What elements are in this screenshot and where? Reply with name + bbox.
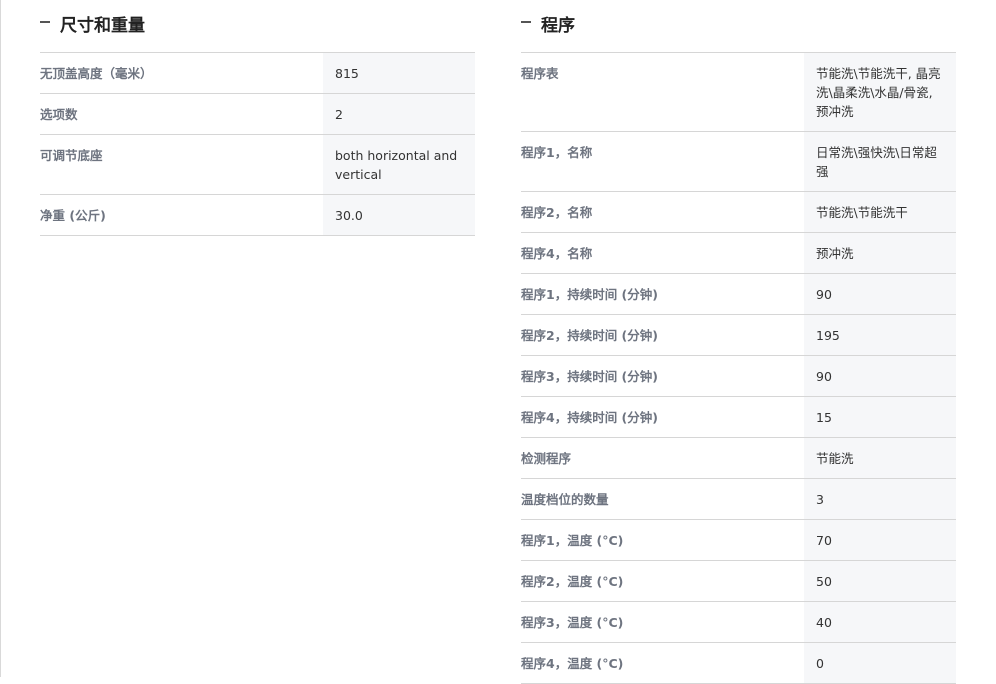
spec-value: 预冲洗 bbox=[804, 233, 956, 273]
spec-label: 程序2，名称 bbox=[521, 205, 593, 220]
spec-label: 程序表 bbox=[521, 66, 559, 81]
spec-value: 70 bbox=[804, 520, 956, 560]
table-row: 程序2，持续时间 (分钟) 195 bbox=[521, 315, 956, 356]
programs-table: 程序表 节能洗\节能洗干, 晶亮洗\晶柔洗\水晶/骨瓷, 预冲洗 程序1，名称 … bbox=[521, 53, 956, 684]
spec-value: 90 bbox=[804, 274, 956, 314]
spec-value: 节能洗\节能洗干 bbox=[804, 192, 956, 232]
spec-label: 程序1，名称 bbox=[521, 145, 593, 160]
page-left-border bbox=[0, 0, 1, 677]
spec-label: 温度档位的数量 bbox=[521, 492, 609, 507]
table-row: 程序1，名称 日常洗\强快洗\日常超强 bbox=[521, 132, 956, 192]
programs-section-header[interactable]: 程序 bbox=[521, 0, 956, 53]
spec-label: 可调节底座 bbox=[40, 148, 103, 163]
collapse-icon[interactable] bbox=[40, 18, 50, 28]
programs-section: 程序 程序表 节能洗\节能洗干, 晶亮洗\晶柔洗\水晶/骨瓷, 预冲洗 程序1，… bbox=[521, 0, 956, 684]
spec-label: 程序1，温度 (°C) bbox=[521, 533, 624, 548]
spec-label: 无顶盖高度（毫米） bbox=[40, 66, 153, 81]
spec-value: 3 bbox=[804, 479, 956, 519]
spec-label: 程序4，持续时间 (分钟) bbox=[521, 410, 658, 425]
table-row: 程序表 节能洗\节能洗干, 晶亮洗\晶柔洗\水晶/骨瓷, 预冲洗 bbox=[521, 53, 956, 132]
collapse-icon[interactable] bbox=[521, 18, 531, 28]
table-row: 程序1，持续时间 (分钟) 90 bbox=[521, 274, 956, 315]
dimensions-table: 无顶盖高度（毫米） 815 选项数 2 可调节底座 both horizonta… bbox=[40, 53, 475, 236]
table-row: 程序1，温度 (°C) 70 bbox=[521, 520, 956, 561]
spec-value: 50 bbox=[804, 561, 956, 601]
table-row: 可调节底座 both horizontal and vertical bbox=[40, 135, 475, 195]
spec-label: 程序4，温度 (°C) bbox=[521, 656, 624, 671]
spec-label: 检测程序 bbox=[521, 451, 572, 466]
spec-value: 节能洗 bbox=[804, 438, 956, 478]
spec-label: 选项数 bbox=[40, 107, 78, 122]
table-row: 程序4，名称 预冲洗 bbox=[521, 233, 956, 274]
spec-label: 程序2，温度 (°C) bbox=[521, 574, 624, 589]
spec-value: 日常洗\强快洗\日常超强 bbox=[804, 132, 956, 191]
spec-label: 程序2，持续时间 (分钟) bbox=[521, 328, 658, 343]
table-row: 程序2，名称 节能洗\节能洗干 bbox=[521, 192, 956, 233]
table-row: 检测程序 节能洗 bbox=[521, 438, 956, 479]
spec-value: 节能洗\节能洗干, 晶亮洗\晶柔洗\水晶/骨瓷, 预冲洗 bbox=[804, 53, 956, 131]
table-row: 程序4，温度 (°C) 0 bbox=[521, 643, 956, 684]
dimensions-section-header[interactable]: 尺寸和重量 bbox=[40, 0, 475, 53]
table-row: 无顶盖高度（毫米） 815 bbox=[40, 53, 475, 94]
spec-value: 90 bbox=[804, 356, 956, 396]
spec-label: 净重 (公斤) bbox=[40, 208, 106, 223]
spec-label: 程序1，持续时间 (分钟) bbox=[521, 287, 658, 302]
spec-value: 0 bbox=[804, 643, 956, 683]
spec-value: 2 bbox=[323, 94, 475, 134]
programs-section-title: 程序 bbox=[541, 16, 575, 36]
spec-value: 815 bbox=[323, 53, 475, 93]
spec-label: 程序4，名称 bbox=[521, 246, 593, 261]
spec-value: 195 bbox=[804, 315, 956, 355]
dimensions-section-title: 尺寸和重量 bbox=[60, 16, 145, 36]
table-row: 选项数 2 bbox=[40, 94, 475, 135]
table-row: 程序4，持续时间 (分钟) 15 bbox=[521, 397, 956, 438]
table-row: 净重 (公斤) 30.0 bbox=[40, 195, 475, 236]
spec-value: 40 bbox=[804, 602, 956, 642]
spec-value: 30.0 bbox=[323, 195, 475, 235]
spec-value: 15 bbox=[804, 397, 956, 437]
spec-value: both horizontal and vertical bbox=[323, 135, 475, 194]
table-row: 程序3，持续时间 (分钟) 90 bbox=[521, 356, 956, 397]
table-row: 温度档位的数量 3 bbox=[521, 479, 956, 520]
spec-label: 程序3，持续时间 (分钟) bbox=[521, 369, 658, 384]
dimensions-section: 尺寸和重量 无顶盖高度（毫米） 815 选项数 2 可调节底座 both hor… bbox=[40, 0, 475, 236]
spec-label: 程序3，温度 (°C) bbox=[521, 615, 624, 630]
table-row: 程序3，温度 (°C) 40 bbox=[521, 602, 956, 643]
table-row: 程序2，温度 (°C) 50 bbox=[521, 561, 956, 602]
